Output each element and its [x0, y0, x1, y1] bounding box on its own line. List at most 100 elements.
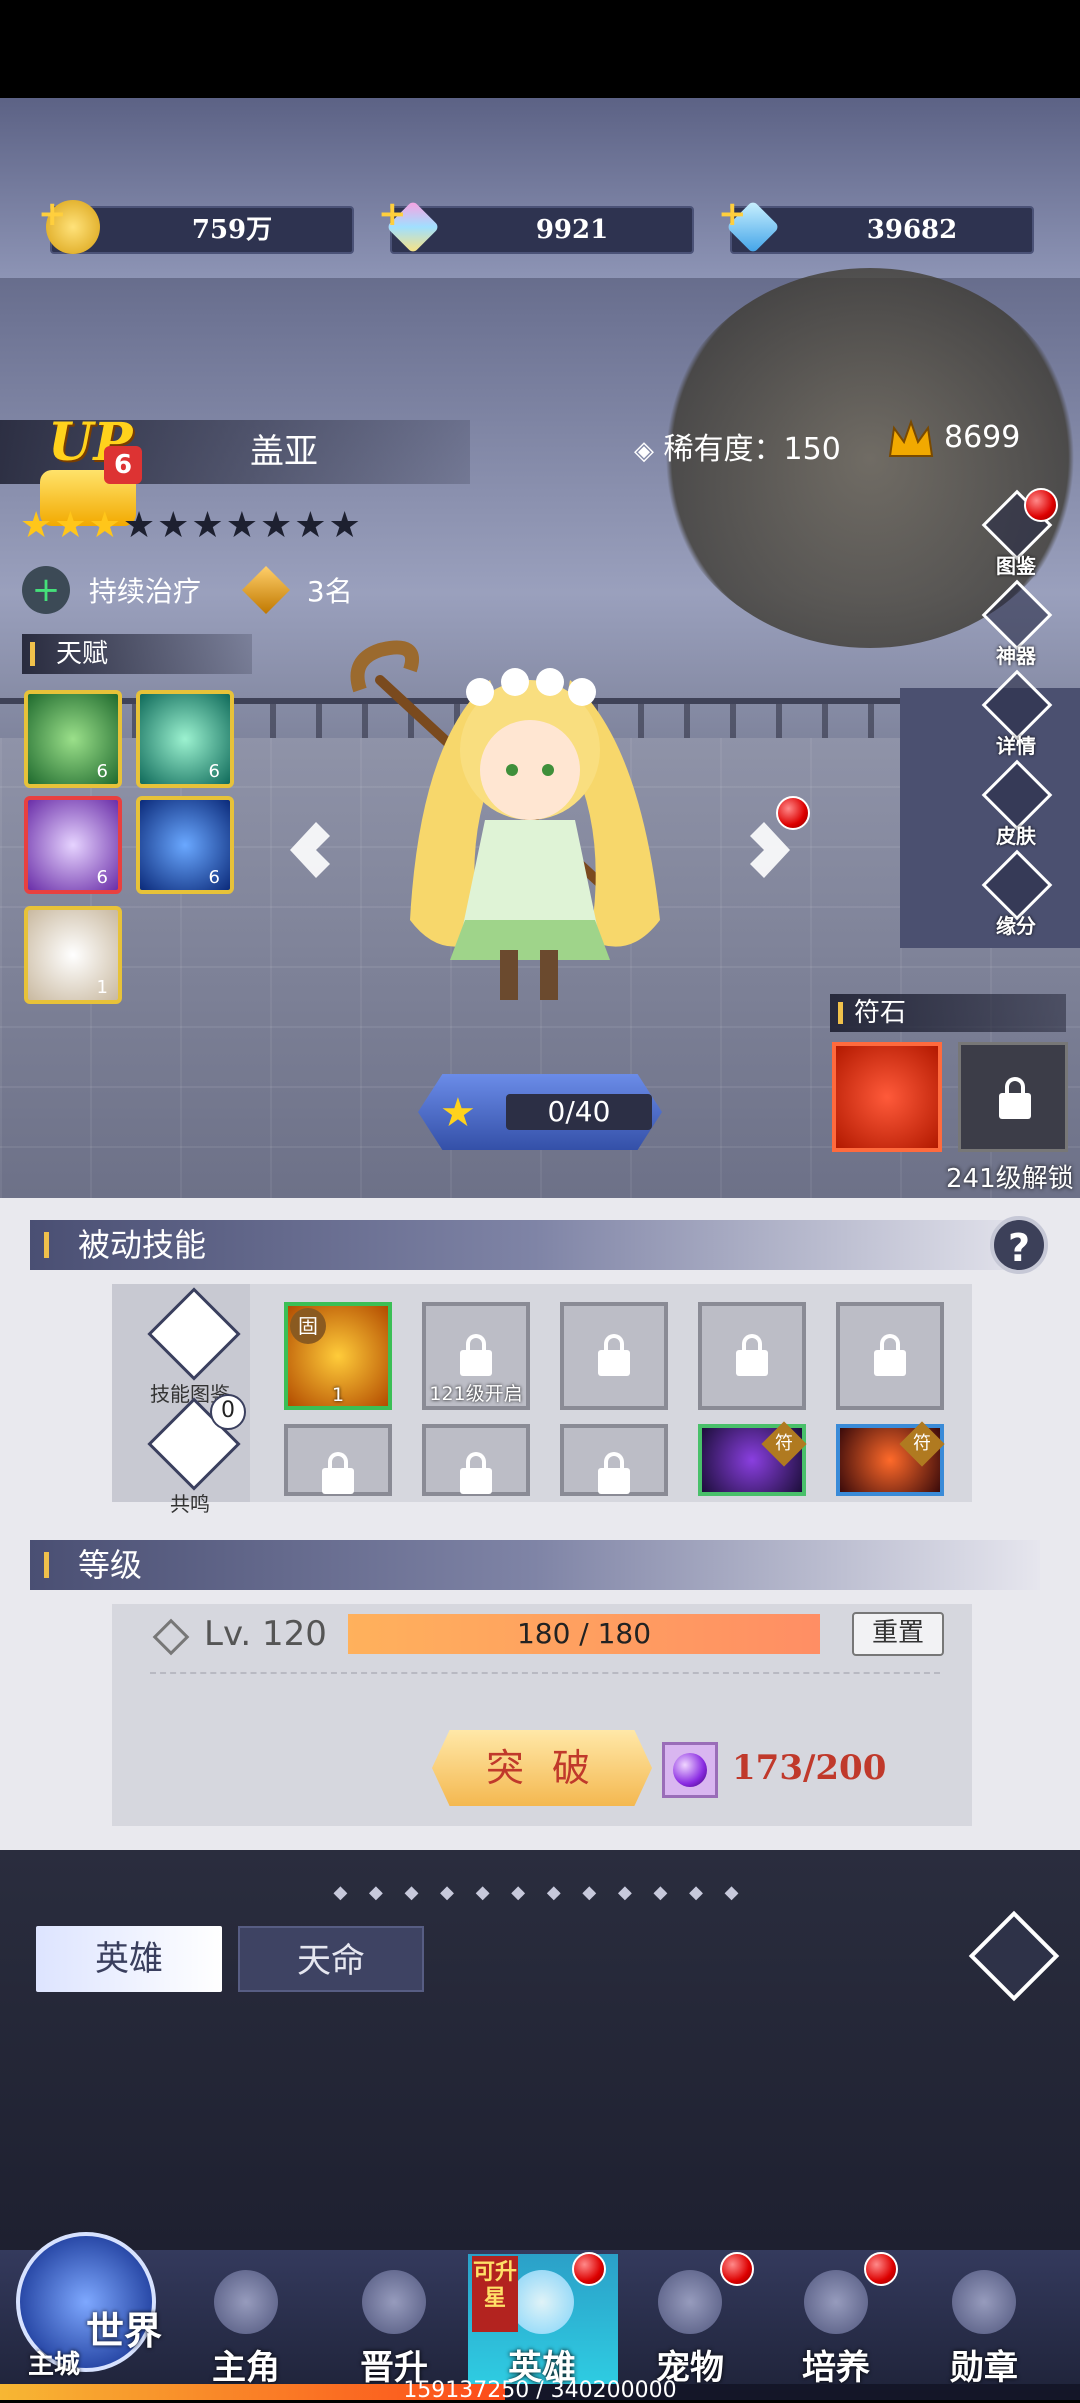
talent-title: 天赋 [22, 634, 252, 674]
tab-hero[interactable]: 英雄 [36, 1926, 222, 1992]
star-icon: ★ [157, 505, 192, 546]
rank-label: 3名 [306, 575, 353, 608]
help-button[interactable]: ? [990, 1216, 1048, 1274]
hero-sprite[interactable] [340, 620, 720, 1020]
resonance-label: 共鸣 [170, 1492, 210, 1516]
talent-slot-2[interactable]: 6 [136, 690, 234, 788]
passive-slot-7[interactable] [422, 1424, 530, 1496]
rune-slot-red-crystal[interactable] [832, 1042, 942, 1152]
crystal-value: 9921 [535, 215, 609, 245]
tab-fate[interactable]: 天命 [238, 1926, 424, 1992]
talent-slot-3[interactable]: 6 [24, 796, 122, 894]
prev-hero-arrow-icon[interactable] [286, 818, 342, 882]
talent-level: 1 [96, 977, 108, 998]
reset-button[interactable]: 重置 [852, 1612, 944, 1656]
passive-slot-10[interactable]: 符 [836, 1421, 945, 1496]
lock-icon [598, 1334, 630, 1376]
beast-icon [658, 2270, 722, 2334]
wings-icon [362, 2270, 426, 2334]
rune-badge: 符 [899, 1421, 945, 1467]
add-crystal-icon[interactable]: + [378, 194, 407, 234]
swap-view-icon[interactable] [968, 1910, 1060, 2002]
currency-gold[interactable]: + 759万 [38, 194, 354, 254]
side-btn-label: 皮肤 [996, 824, 1036, 848]
material-count: 173/200 [732, 1748, 887, 1788]
passive-slot-3[interactable] [560, 1302, 668, 1410]
status-bar-area [0, 0, 1080, 98]
rune-slot-locked[interactable] [958, 1042, 1068, 1152]
level-title: 等级 [30, 1540, 1040, 1590]
side-btn-bonds[interactable]: 缘分 [981, 849, 1053, 938]
nav-medal[interactable]: 勋章 [914, 2262, 1054, 2390]
resonance-button[interactable]: 共鸣 0 [140, 1394, 246, 1517]
lock-icon [460, 1334, 492, 1376]
star-icon: ★ [259, 505, 295, 546]
nav-cultivate-red-dot [864, 2252, 898, 2286]
skill-level: 1 [331, 1384, 345, 1406]
side-btn-label: 图鉴 [996, 554, 1036, 578]
rune-unlock-text: 241级解锁 [946, 1164, 1074, 1194]
passive-slot-1[interactable]: 固 1 [284, 1302, 392, 1410]
passive-slot-2[interactable]: 121级开启 [422, 1302, 530, 1410]
skill-tag-label: 持续治疗 [88, 575, 201, 608]
rune-title-label: 符石 [854, 998, 907, 1028]
lock-icon [460, 1452, 492, 1494]
rank-tag[interactable]: 3名 [242, 566, 353, 614]
skill-codex-button[interactable]: 技能图鉴 [140, 1287, 241, 1407]
add-diamond-icon[interactable]: + [718, 194, 747, 234]
diamond-outline-icon: ◈ [634, 436, 654, 466]
breakthrough-button[interactable]: 突 破 [432, 1730, 652, 1806]
talent-slot-1[interactable]: 6 [24, 690, 122, 788]
passive-title-label: 被动技能 [78, 1226, 207, 1264]
star-exp-bar[interactable]: ★ 0/40 [418, 1074, 662, 1150]
crown-icon [886, 416, 936, 466]
up-count-badge: 6 [104, 446, 142, 484]
rune-title: 符石 [830, 994, 1066, 1032]
rune-badge: 符 [761, 1421, 807, 1467]
currency-diamond[interactable]: + 39682 [718, 194, 1034, 254]
knight-icon [214, 2270, 278, 2334]
bottom-area [0, 1850, 1080, 2250]
collection-red-dot [1024, 488, 1058, 522]
star-icon: ★ [294, 505, 329, 546]
side-btn-skins[interactable]: 皮肤 [981, 759, 1053, 848]
talent-slot-4[interactable]: 6 [136, 796, 234, 894]
star-icon: ★ [20, 505, 55, 546]
currency-crystal[interactable]: + 9921 [378, 194, 694, 254]
nav-protagonist[interactable]: 主角 [176, 2262, 316, 2390]
star-icon: ★ [88, 505, 123, 546]
star-icon: ★ [191, 505, 226, 546]
add-gold-icon[interactable]: + [38, 194, 67, 234]
side-btn-label: 缘分 [996, 914, 1036, 938]
talent-level: 6 [96, 761, 108, 782]
talent-level: 6 [96, 867, 108, 888]
talent-title-label: 天赋 [56, 639, 109, 669]
side-btn-artifact[interactable]: 神器 [981, 579, 1053, 668]
talent-slot-5[interactable]: 1 [24, 906, 122, 1004]
power-value: 8699 [944, 420, 1021, 455]
passive-slot-4[interactable] [698, 1302, 806, 1410]
upgradeable-tag: 可升星 [472, 2256, 518, 2332]
star-rating: ★★★★★★★★★★ [20, 505, 363, 546]
book-icon [147, 1287, 241, 1381]
star-up-icon: ★ [440, 1090, 476, 1136]
ornament-divider: ◆ ◆ ◆ ◆ ◆ ◆ ◆ ◆ ◆ ◆ ◆ ◆ [333, 1882, 747, 1903]
side-btn-details[interactable]: 详情 [981, 669, 1053, 758]
star-exp-value: 0/40 [506, 1094, 652, 1130]
unlock-caption: 121级开启 [429, 1383, 523, 1405]
star-icon: ★ [225, 505, 260, 546]
lock-icon [874, 1334, 906, 1376]
dashed-divider [150, 1672, 940, 1674]
purple-orb-icon[interactable] [662, 1742, 718, 1798]
gem-icon [804, 2270, 868, 2334]
passive-slot-5[interactable] [836, 1302, 944, 1410]
passive-slot-9[interactable]: 符 [698, 1421, 807, 1496]
passive-slot-6[interactable] [284, 1424, 392, 1496]
nav-promote[interactable]: 晋升 [324, 2262, 464, 2390]
nav-pet-red-dot [720, 2252, 754, 2286]
world-button[interactable]: 世界 主城 [6, 2212, 176, 2400]
diamond-value: 39682 [866, 215, 958, 245]
skill-tag: + 持续治疗 [22, 566, 201, 620]
rarity-label: ◈ 稀有度：150 [634, 424, 841, 468]
passive-slot-8[interactable] [560, 1424, 668, 1496]
